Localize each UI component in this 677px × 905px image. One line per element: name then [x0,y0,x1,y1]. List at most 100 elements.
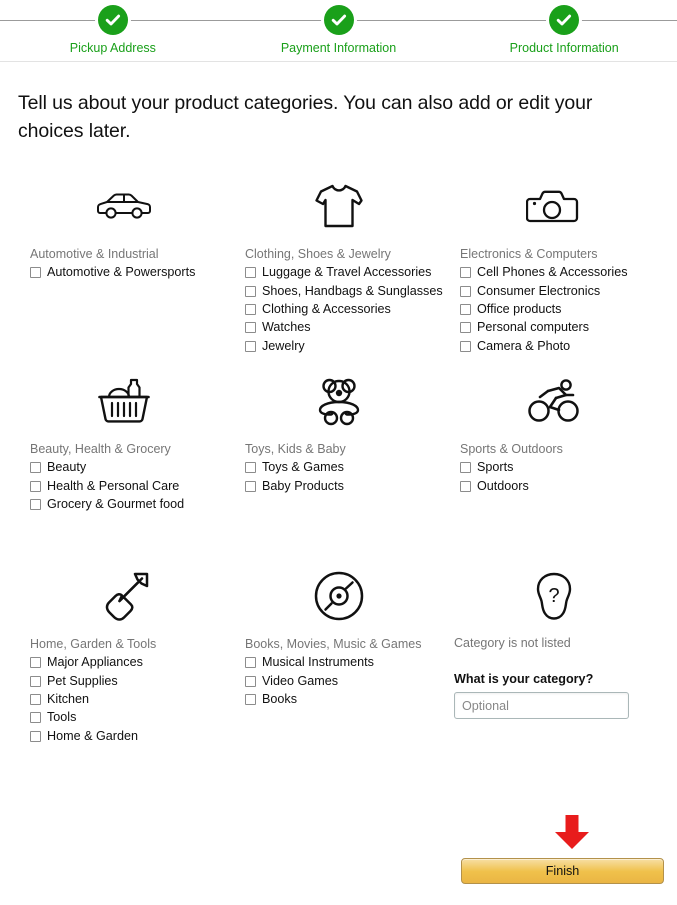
checkbox-label[interactable]: Shoes, Handbags & Sunglasses [262,283,443,300]
list-item[interactable]: Consumer Electronics [460,283,661,300]
checkbox-major-appliances[interactable] [30,657,41,669]
checkbox-label[interactable]: Camera & Photo [477,338,570,355]
cyclist-icon [446,370,661,432]
category-title: Automotive & Industrial [30,247,159,262]
category-input[interactable] [454,692,629,720]
category-card-clothing-shoes-jewelry: Clothing, Shoes & Jewelry Luggage & Trav… [231,175,446,370]
list-item[interactable]: Camera & Photo [460,338,661,355]
checkbox-kitchen[interactable] [30,694,41,705]
check-circle-icon [549,5,580,35]
checkbox-luggage-travel-accessories[interactable] [245,267,256,279]
list-item[interactable]: Personal computers [460,319,661,336]
checkbox-label[interactable]: Books [262,691,297,708]
list-item[interactable]: Tools [30,709,231,726]
checkbox-label[interactable]: Beauty [47,459,86,476]
category-grid: Automotive & Industrial Automotive & Pow… [0,145,677,760]
checkbox-grocery-gourmet-food[interactable] [30,499,41,510]
checkbox-label[interactable]: Kitchen [47,691,89,708]
list-item[interactable]: Kitchen [30,691,231,708]
list-item[interactable]: Clothing & Accessories [245,301,446,318]
checkbox-label[interactable]: Health & Personal Care [47,478,179,495]
category-checkbox-list: Sports Outdoors [446,459,661,495]
list-item[interactable]: Musical Instruments [245,654,446,671]
checkbox-label[interactable]: Clothing & Accessories [262,301,391,318]
checkbox-clothing-accessories[interactable] [245,304,256,315]
progress-step-payment-information[interactable]: Payment Information [226,0,452,61]
list-item[interactable]: Automotive & Powersports [30,264,231,281]
category-title: Books, Movies, Music & Games [245,637,422,652]
checkbox-label[interactable]: Video Games [262,673,338,690]
list-item[interactable]: Watches [245,319,446,336]
checkbox-label[interactable]: Consumer Electronics [477,283,600,300]
checkbox-label[interactable]: Grocery & Gourmet food [47,496,184,513]
checkbox-shoes-handbags-sunglasses[interactable] [245,285,256,297]
list-item[interactable]: Cell Phones & Accessories [460,264,661,281]
category-checkbox-list: Toys & Games Baby Products [231,459,446,495]
teddy-bear-icon [231,370,446,432]
checkbox-label[interactable]: Musical Instruments [262,654,374,671]
list-item[interactable]: Baby Products [245,478,446,495]
checkbox-camera-photo[interactable] [460,340,471,352]
checkbox-label[interactable]: Home & Garden [47,728,138,745]
checkbox-label[interactable]: Personal computers [477,319,589,336]
checkbox-watches[interactable] [245,322,256,334]
checkbox-video-games[interactable] [245,675,256,687]
category-card-not-listed: ? Category is not listed What is your ca… [446,565,661,760]
checkbox-jewelry[interactable] [245,340,256,352]
progress-step-product-information[interactable]: Product Information [451,0,677,61]
checkbox-label[interactable]: Luggage & Travel Accessories [262,264,431,281]
checkbox-toys-games[interactable] [245,462,256,474]
list-item[interactable]: Video Games [245,673,446,690]
list-item[interactable]: Pet Supplies [30,673,231,690]
check-circle-icon [97,5,128,35]
checkbox-label[interactable]: Jewelry [262,338,305,355]
checkbox-tools[interactable] [30,712,41,724]
checkbox-label[interactable]: Cell Phones & Accessories [477,264,628,281]
disc-icon [231,565,446,627]
checkbox-home-garden[interactable] [30,730,41,742]
checkbox-outdoors[interactable] [460,480,471,492]
checkbox-label[interactable]: Toys & Games [262,459,344,476]
checkbox-pet-supplies[interactable] [30,675,41,687]
list-item[interactable]: Beauty [30,459,231,476]
checkbox-label[interactable]: Major Appliances [47,654,143,671]
checkbox-musical-instruments[interactable] [245,657,256,669]
checkbox-health-personal-care[interactable] [30,480,41,492]
list-item[interactable]: Home & Garden [30,728,231,745]
checkbox-beauty[interactable] [30,462,41,474]
list-item[interactable]: Outdoors [460,478,661,495]
category-checkbox-list: Beauty Health & Personal Care Grocery & … [16,459,231,513]
category-card-books-movies-music-games: Books, Movies, Music & Games Musical Ins… [231,565,446,760]
checkbox-books[interactable] [245,694,256,705]
checkbox-label[interactable]: Outdoors [477,478,529,495]
list-item[interactable]: Books [245,691,446,708]
list-item[interactable]: Health & Personal Care [30,478,231,495]
list-item[interactable]: Toys & Games [245,459,446,476]
checkbox-label[interactable]: Tools [47,709,76,726]
progress-step-label: Payment Information [280,41,397,55]
checkbox-baby-products[interactable] [245,480,256,492]
list-item[interactable]: Jewelry [245,338,446,355]
checkbox-sports[interactable] [460,462,471,474]
checkbox-label[interactable]: Automotive & Powersports [47,264,195,281]
checkbox-office-products[interactable] [460,304,471,315]
checkbox-label[interactable]: Watches [262,319,311,336]
list-item[interactable]: Grocery & Gourmet food [30,496,231,513]
checkbox-label[interactable]: Pet Supplies [47,673,118,690]
checkbox-consumer-electronics[interactable] [460,285,471,297]
list-item[interactable]: Office products [460,301,661,318]
list-item[interactable]: Sports [460,459,661,476]
category-checkbox-list: Cell Phones & Accessories Consumer Elect… [446,264,661,355]
finish-button[interactable]: Finish [461,858,664,884]
checkbox-label[interactable]: Baby Products [262,478,344,495]
progress-step-label: Pickup Address [69,41,156,55]
checkbox-cell-phones-accessories[interactable] [460,267,471,279]
list-item[interactable]: Major Appliances [30,654,231,671]
checkbox-label[interactable]: Sports [477,459,513,476]
checkbox-label[interactable]: Office products [477,301,561,318]
checkbox-automotive-powersports[interactable] [30,267,41,279]
list-item[interactable]: Shoes, Handbags & Sunglasses [245,283,446,300]
list-item[interactable]: Luggage & Travel Accessories [245,264,446,281]
progress-step-pickup-address[interactable]: Pickup Address [0,0,226,61]
checkbox-personal-computers[interactable] [460,322,471,334]
